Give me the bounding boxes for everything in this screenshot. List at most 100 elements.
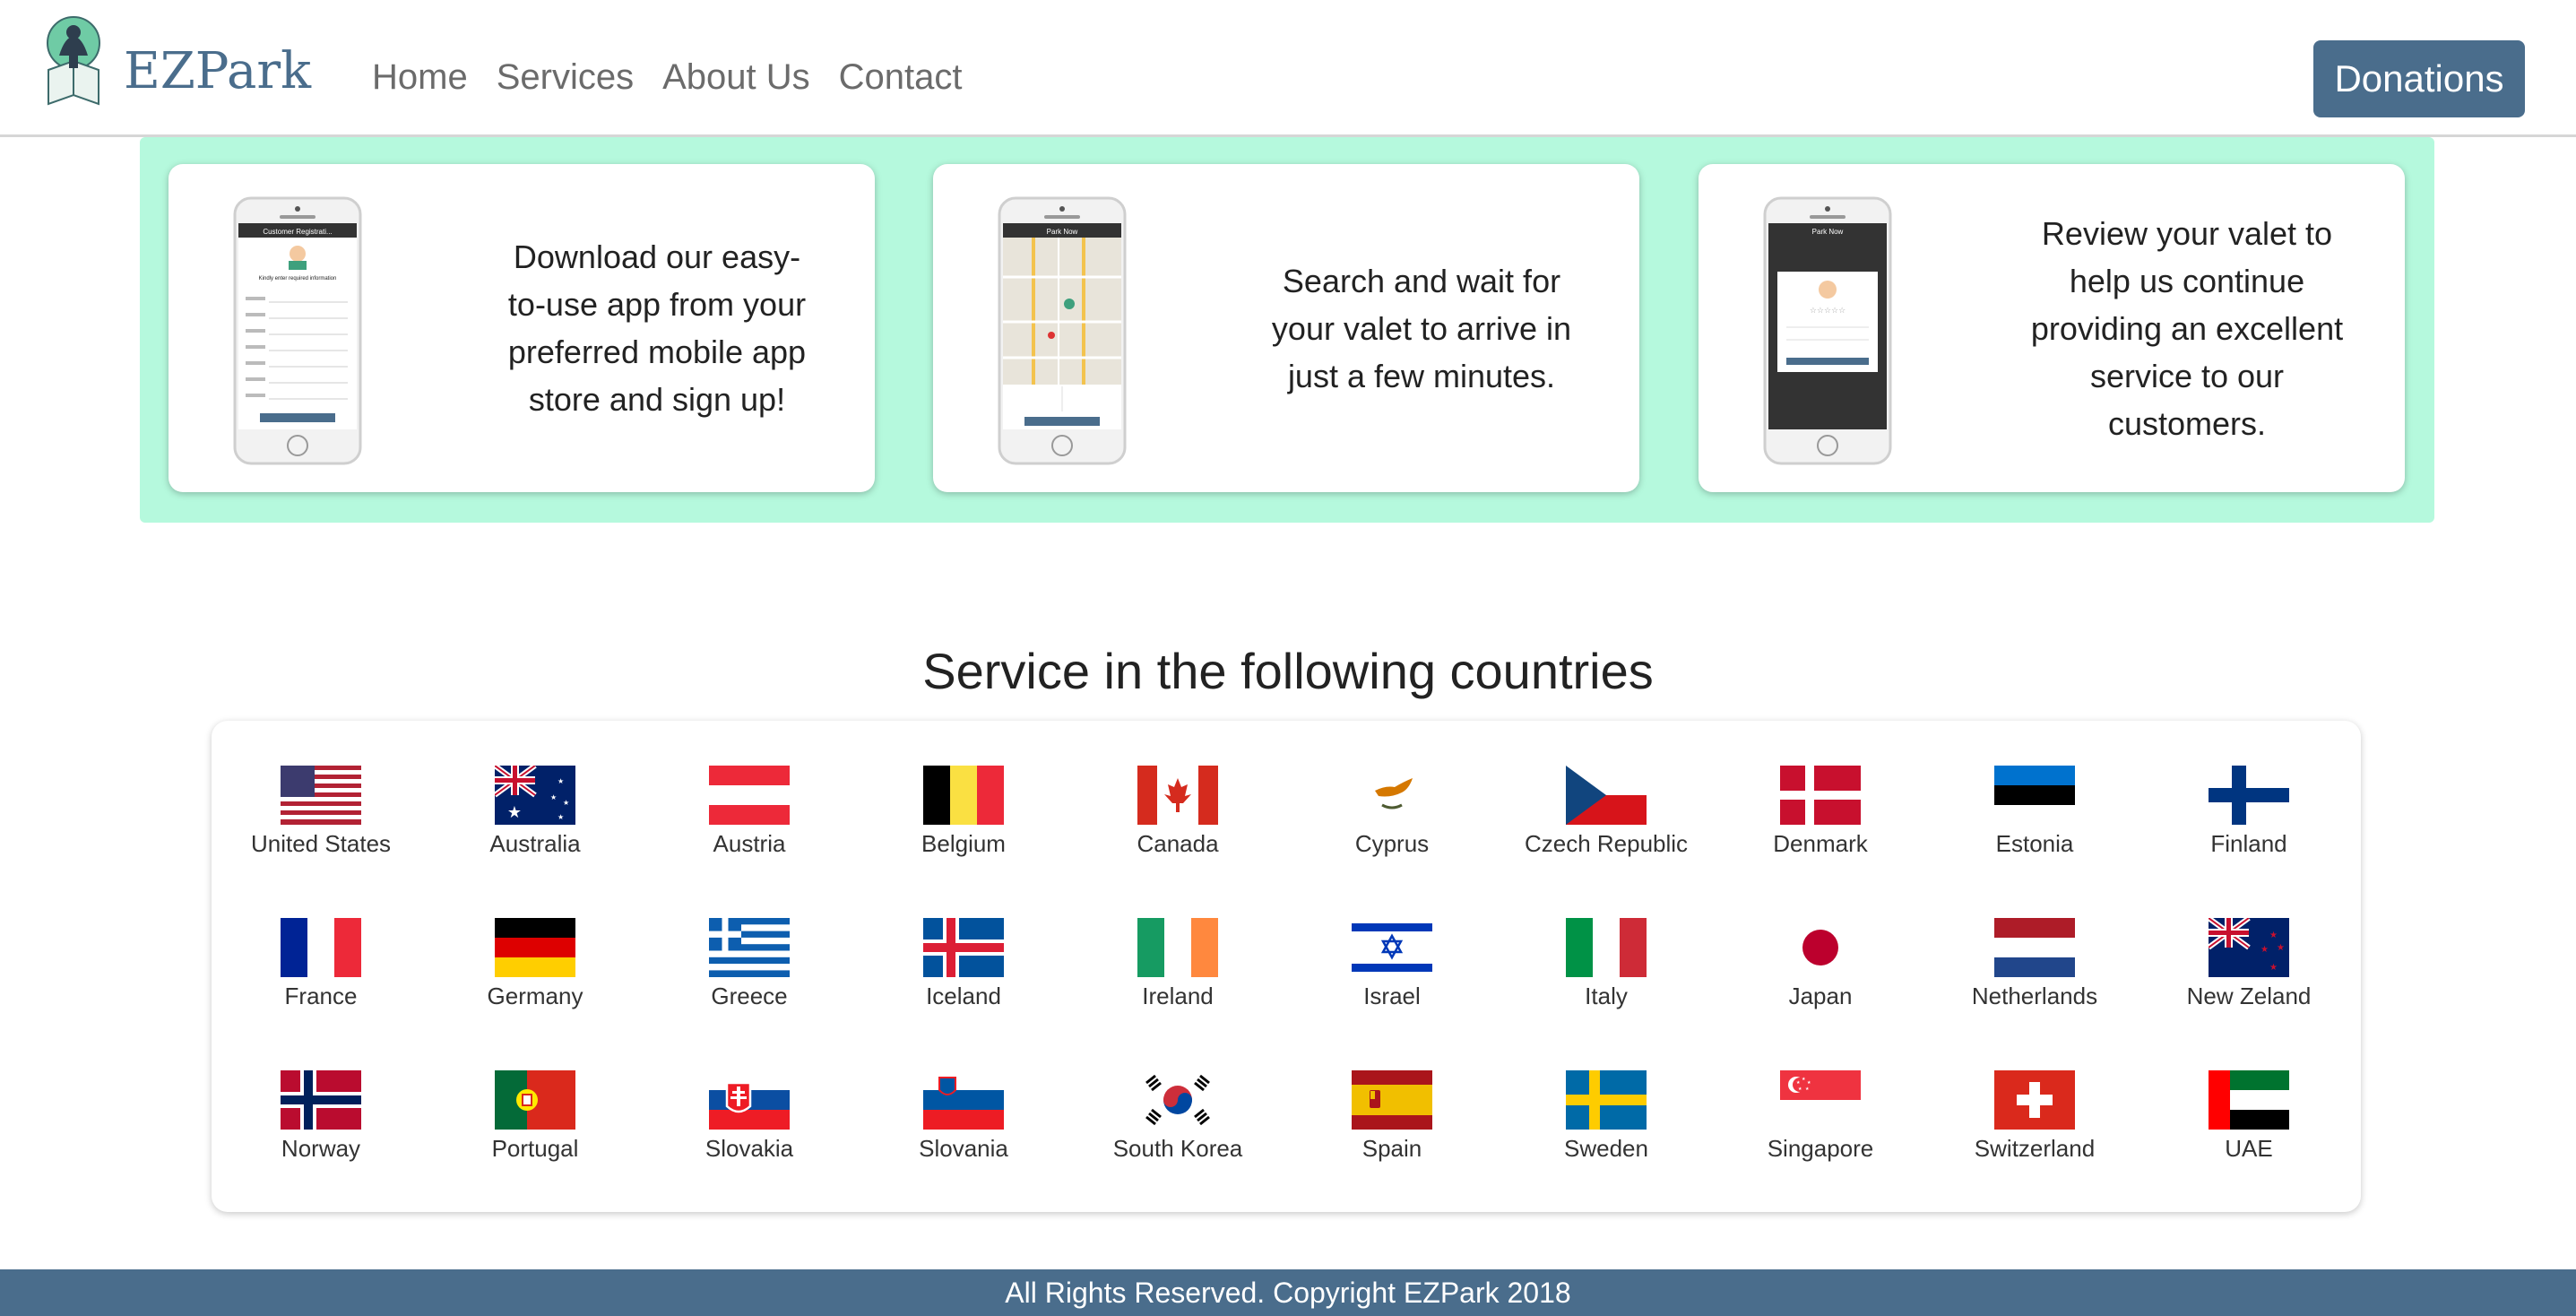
- flag-singapore-icon: ★★★★★: [1780, 1070, 1861, 1100]
- nav-services-link[interactable]: Services: [497, 59, 634, 95]
- country-singapore: ★ ★ ★ ★ ★ Singapore: [1722, 1070, 1919, 1163]
- country-switzerland: Switzerland: [1936, 1070, 2133, 1163]
- svg-text:★: ★: [558, 777, 564, 785]
- country-portugal: Portugal: [437, 1070, 634, 1163]
- svg-text:★: ★: [558, 813, 564, 821]
- country-japan: Japan: [1722, 918, 1919, 1010]
- step-card-review: Park Now ☆☆☆☆☆ Review your valet to help…: [1699, 164, 2405, 492]
- flag-denmark-icon: [1780, 766, 1861, 825]
- svg-text:★: ★: [1796, 1080, 1801, 1086]
- country-united-states: United States: [222, 766, 419, 858]
- flag-israel-icon: [1352, 918, 1432, 977]
- country-italy: Italy: [1508, 918, 1705, 1010]
- country-canada: Canada: [1079, 766, 1276, 858]
- country-south-korea: South Korea: [1079, 1070, 1276, 1163]
- flag-greece-icon: [709, 918, 790, 977]
- nav-contact-link[interactable]: Contact: [839, 59, 963, 95]
- svg-text:★: ★: [550, 793, 557, 801]
- svg-text:★: ★: [1802, 1077, 1806, 1082]
- step-signup-text: Download our easy-to-use app from your p…: [507, 238, 807, 418]
- nav-home-link[interactable]: Home: [372, 59, 468, 95]
- svg-text:★: ★: [2269, 931, 2278, 940]
- svg-text:★: ★: [2277, 943, 2285, 953]
- flag-italy-icon: [1566, 918, 1647, 977]
- flag-uae-icon: [2209, 1070, 2289, 1130]
- brand-name[interactable]: EZPark: [124, 47, 311, 97]
- nav-links: Home Services About Us Contact: [372, 59, 962, 95]
- footer-copyright: All Rights Reserved. Copyright EZPark 20…: [1005, 1276, 1571, 1309]
- country-spain: Spain: [1293, 1070, 1491, 1163]
- country-estonia: Estonia: [1936, 766, 2133, 858]
- svg-text:Kindly enter required informat: Kindly enter required information: [259, 276, 337, 281]
- flag-norway-icon: [281, 1070, 361, 1130]
- flag-belgium-icon: [923, 766, 1004, 825]
- flag-japan-icon: [1780, 918, 1861, 977]
- country-iceland: Iceland: [865, 918, 1062, 1010]
- svg-text:★: ★: [563, 799, 569, 807]
- flag-spain-icon: [1352, 1070, 1432, 1130]
- country-ireland: Ireland: [1079, 918, 1276, 1010]
- svg-text:Customer Registrati...: Customer Registrati...: [263, 228, 332, 236]
- country-netherlands: Netherlands: [1936, 918, 2133, 1010]
- country-germany: Germany: [437, 918, 634, 1010]
- flag-netherlands-icon: [1994, 918, 2075, 977]
- flag-germany-icon: [495, 918, 575, 977]
- flag-switzerland-icon: [1994, 1070, 2075, 1130]
- country-austria: Austria: [651, 766, 848, 858]
- phone-map-screen-icon: Park Now: [998, 196, 1127, 465]
- flag-new-zealand-icon: ★★ ★★: [2209, 918, 2289, 977]
- country-finland: Finland: [2150, 766, 2347, 858]
- country-slovakia: Slovakia: [651, 1070, 848, 1163]
- flag-south-korea-icon: [1137, 1070, 1218, 1130]
- step-card-search: Park Now Search and wait for your valet …: [933, 164, 1639, 492]
- country-denmark: Denmark: [1722, 766, 1919, 858]
- svg-text:Park Now: Park Now: [1047, 228, 1078, 236]
- country-france: France: [222, 918, 419, 1010]
- flag-slovenia-icon: [923, 1070, 1004, 1130]
- svg-text:★: ★: [1798, 1087, 1802, 1092]
- steps-band: Customer Registrati... Kindly enter requ…: [140, 137, 2434, 523]
- svg-text:★: ★: [2260, 945, 2269, 955]
- flag-portugal-icon: [495, 1070, 575, 1130]
- svg-text:★: ★: [2269, 963, 2278, 973]
- flag-austria-icon: [709, 766, 790, 825]
- country-slovenia: Slovania: [865, 1070, 1062, 1163]
- step-card-signup: Customer Registrati... Kindly enter requ…: [169, 164, 875, 492]
- step-review-text: Review your valet to help us continue pr…: [2030, 214, 2344, 442]
- nav-about-link[interactable]: About Us: [662, 59, 810, 95]
- countries-title: Service in the following countries: [922, 643, 1654, 699]
- country-greece: Greece: [651, 918, 848, 1010]
- country-australia: ★ ★ ★ ★ ★ Australia: [437, 766, 634, 858]
- country-belgium: Belgium: [865, 766, 1062, 858]
- flag-iceland-icon: [923, 918, 1004, 977]
- svg-text:Park Now: Park Now: [1812, 228, 1844, 236]
- step-search-text: Search and wait for your valet to arrive…: [1271, 262, 1572, 394]
- country-cyprus: Cyprus: [1293, 766, 1491, 858]
- valet-logo-icon[interactable]: [41, 16, 106, 106]
- country-uae: UAE: [2150, 1070, 2347, 1163]
- flag-cyprus-icon: [1352, 766, 1432, 825]
- svg-text:★: ★: [1807, 1080, 1811, 1086]
- navbar: EZPark Home Services About Us Contact Do…: [0, 0, 2576, 137]
- countries-panel: United States ★ ★ ★ ★ ★ Australia Austria B…: [212, 721, 2361, 1212]
- svg-text:★: ★: [507, 803, 522, 821]
- svg-text:★: ★: [1805, 1087, 1810, 1092]
- flag-czech-icon: [1566, 766, 1647, 825]
- flag-sweden-icon: [1566, 1070, 1647, 1130]
- country-norway: Norway: [222, 1070, 419, 1163]
- flag-ireland-icon: [1137, 918, 1218, 977]
- phone-review-screen-icon: Park Now ☆☆☆☆☆: [1763, 196, 1892, 465]
- phone-signup-screen-icon: Customer Registrati... Kindly enter requ…: [233, 196, 362, 465]
- footer: All Rights Reserved. Copyright EZPark 20…: [0, 1269, 2576, 1316]
- donations-button[interactable]: Donations: [2313, 40, 2525, 117]
- country-czech-republic: Czech Republic: [1508, 766, 1705, 858]
- country-israel: Israel: [1293, 918, 1491, 1010]
- flag-france-icon: [281, 918, 361, 977]
- flag-australia-icon: ★ ★★★★: [495, 766, 575, 825]
- flag-slovakia-icon: [709, 1070, 790, 1130]
- flag-us-icon: [281, 766, 361, 825]
- svg-text:☆☆☆☆☆: ☆☆☆☆☆: [1810, 307, 1846, 316]
- flag-canada-icon: [1137, 766, 1218, 825]
- country-new-zealand: ★ ★ ★ ★ New Zeland: [2150, 918, 2347, 1010]
- flag-finland-icon: [2209, 766, 2289, 825]
